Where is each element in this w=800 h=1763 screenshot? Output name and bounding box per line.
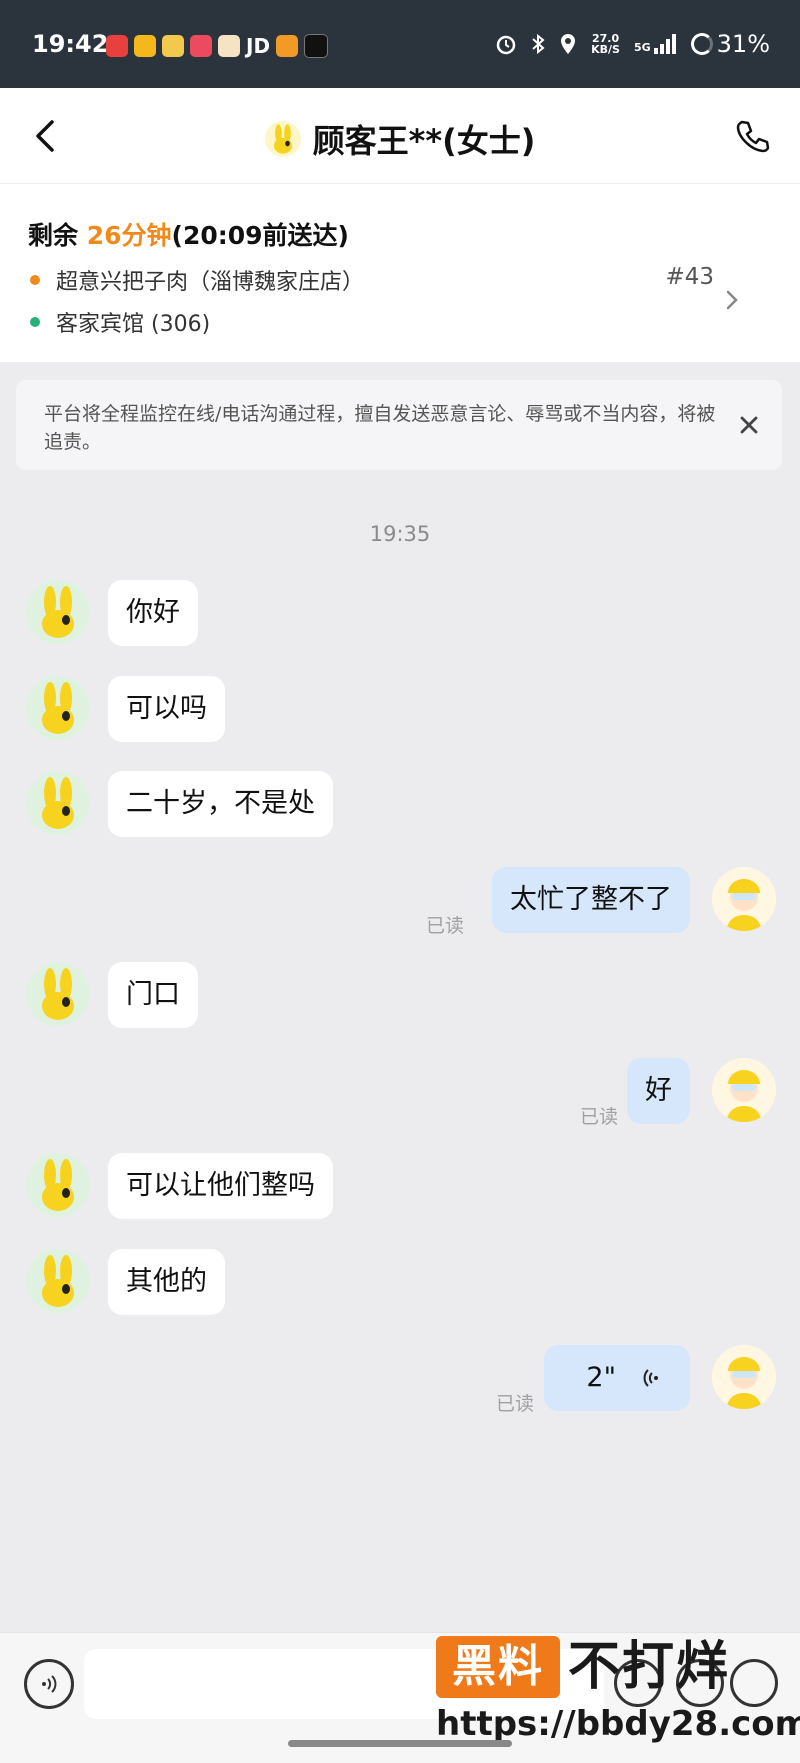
destination-address: 客家宾馆 (306) (56, 312, 211, 337)
app-notification-icon (218, 35, 240, 57)
message-bubble[interactable]: 可以吗 (108, 676, 225, 742)
customer-avatar[interactable] (26, 1153, 90, 1217)
mascot-icon (42, 968, 74, 1020)
mascot-icon (42, 586, 74, 638)
destination-row: 客家宾馆 (306) (30, 306, 210, 338)
close-icon[interactable] (738, 414, 760, 436)
weibo-icon (276, 35, 299, 57)
signal-bars-icon (653, 34, 676, 54)
message-bubble[interactable]: 好 (627, 1058, 690, 1124)
rider-avatar[interactable] (712, 867, 776, 931)
signal-label: 5G (633, 41, 651, 54)
read-status: 已读 (425, 915, 464, 937)
music-app-icon (190, 35, 212, 57)
battery-percent: 31% (716, 30, 770, 58)
mascot-icon (42, 777, 74, 829)
customer-avatar[interactable] (26, 962, 90, 1026)
mascot-icon (42, 1159, 74, 1211)
store-dot-icon (30, 275, 40, 285)
app-notification-icon (304, 34, 329, 58)
message-bubble[interactable]: 可以让他们整吗 (108, 1153, 333, 1219)
notification-icons: JD (106, 34, 329, 58)
bluetooth-icon (532, 33, 545, 55)
watermark-url: https://bbdy28.com (436, 1704, 800, 1744)
message-bubble[interactable]: 太忙了整不了 (492, 867, 690, 933)
message-bubble[interactable]: 二十岁，不是处 (108, 771, 333, 837)
rider-avatar-icon (726, 1357, 762, 1409)
remaining-prefix: 剩余 (28, 221, 79, 250)
jd-app-icon: JD (246, 34, 271, 58)
store-name: 超意兴把子肉（淄博魏家庄店） (56, 270, 365, 295)
rider-avatar[interactable] (712, 1058, 776, 1122)
destination-dot-icon (30, 317, 40, 327)
chat-header: 顾客王**(女士) (0, 88, 800, 184)
mascot-icon (42, 682, 74, 734)
order-info-card[interactable]: 剩余 26分钟(20:09前送达) 超意兴把子肉（淄博魏家庄店） #43 客家宾… (0, 184, 800, 362)
remaining-minutes: 26分钟 (86, 221, 172, 250)
mascot-icon (273, 124, 292, 154)
customer-avatar[interactable] (26, 580, 90, 644)
app-notification-icon (162, 35, 184, 57)
signal-indicator: 5G (634, 34, 677, 54)
phone-icon[interactable] (734, 118, 770, 154)
delivery-countdown: 剩余 26分钟(20:09前送达) (28, 216, 349, 252)
rider-avatar-icon (726, 1070, 762, 1122)
read-status: 已读 (579, 1106, 618, 1128)
rider-avatar[interactable] (712, 1345, 776, 1409)
chat-timestamp: 19:35 (369, 522, 431, 546)
status-time: 19:42 (32, 30, 109, 58)
message-bubble[interactable]: 其他的 (108, 1249, 225, 1315)
rider-avatar-icon (726, 879, 762, 931)
message-bubble[interactable]: 你好 (108, 580, 198, 646)
monitoring-notice: 平台将全程监控在线/电话沟通过程，擅自发送恶意言论、辱骂或不当内容，将被追责。 (16, 380, 782, 470)
app-notification-icon (106, 35, 128, 57)
system-indicators: 27.0 KB/S 5G 31% (495, 30, 770, 58)
chevron-right-icon[interactable] (724, 288, 740, 312)
location-icon (561, 34, 576, 54)
app-notification-icon (134, 35, 156, 57)
page-title: 顾客王**(女士) (312, 122, 536, 160)
voice-message-bubble[interactable]: 2" (544, 1345, 690, 1411)
message-bubble[interactable]: 门口 (108, 962, 198, 1028)
delivery-deadline: (20:09前送达) (171, 221, 349, 250)
battery-icon (690, 33, 713, 55)
watermark-text: 不打烊 (568, 1637, 731, 1697)
title-group: 顾客王**(女士) (0, 116, 800, 162)
voice-wave-icon (643, 1369, 658, 1387)
network-speed-unit: KB/S (591, 43, 620, 56)
network-speed: 27.0 KB/S (591, 33, 620, 55)
home-indicator[interactable] (288, 1740, 512, 1747)
voice-duration: 2" (586, 1362, 616, 1393)
alarm-icon (496, 35, 516, 55)
customer-avatar[interactable] (26, 771, 90, 835)
mascot-icon (42, 1255, 74, 1307)
customer-avatar[interactable] (26, 676, 90, 740)
store-row: 超意兴把子肉（淄博魏家庄店） (30, 264, 364, 296)
customer-avatar[interactable] (26, 1249, 90, 1313)
notice-text: 平台将全程监控在线/电话沟通过程，擅自发送恶意言论、辱骂或不当内容，将被追责。 (44, 403, 716, 453)
customer-avatar (264, 121, 301, 157)
voice-input-button[interactable] (24, 1659, 74, 1709)
battery-indicator: 31% (690, 30, 770, 58)
order-number: #43 (665, 264, 714, 290)
watermark-badge: 黑料 (436, 1636, 560, 1698)
voice-wave-icon (42, 1675, 57, 1693)
read-status: 已读 (495, 1393, 534, 1415)
status-bar: 19:42 JD 27.0 KB/S 5G 31% (0, 0, 800, 88)
